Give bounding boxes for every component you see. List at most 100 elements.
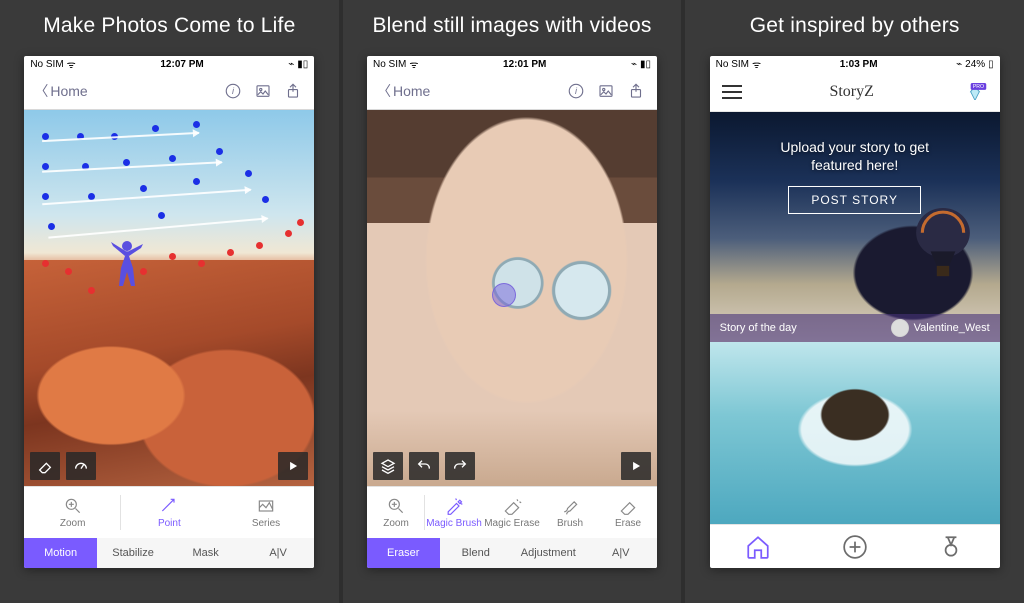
mode-tabbar: Eraser Blend Adjustment A|V [367, 538, 657, 568]
medal-nav-button[interactable] [938, 534, 964, 560]
undo-overlay-button[interactable] [409, 452, 439, 480]
redo-overlay-button[interactable] [445, 452, 475, 480]
chevron-left-icon: 〈 [34, 81, 48, 101]
status-bar: No SIMᯤ 1:03 PM ⌁24%▯ [710, 56, 1000, 72]
tool-magic-erase[interactable]: Magic Erase [483, 487, 541, 538]
back-button[interactable]: 〈 Home [34, 81, 87, 101]
back-label: Home [393, 83, 430, 99]
brush-cursor [492, 283, 516, 307]
feed-card-water[interactable] [710, 342, 1000, 524]
back-label: Home [50, 83, 87, 99]
layers-overlay-button[interactable] [373, 452, 403, 480]
tool-erase[interactable]: Erase [599, 487, 657, 538]
info-button[interactable]: i [222, 80, 244, 102]
tool-magic-brush[interactable]: Magic Brush [425, 487, 483, 538]
tool-brush[interactable]: Brush [541, 487, 599, 538]
pro-badge[interactable]: PRO [962, 83, 988, 101]
phone-screen-1: No SIM ᯤ 12:07 PM ⌁▮▯ 〈 Home i [24, 56, 314, 568]
wifi-icon: ᯤ [67, 57, 76, 71]
promo-panel-1: Make Photos Come to Life No SIM ᯤ 12:07 P… [0, 0, 339, 603]
wifi-icon: ᯤ [752, 57, 761, 71]
carrier-label: No SIM [373, 59, 406, 70]
photo-sunglasses [367, 110, 657, 486]
tool-label: Series [252, 518, 280, 529]
tool-zoom[interactable]: Zoom [367, 487, 425, 538]
bluetooth-icon: ⌁ [956, 59, 962, 70]
battery-pct: 24% [965, 59, 985, 70]
home-nav-button[interactable] [745, 534, 771, 560]
mode-tabbar: Motion Stabilize Mask A|V [24, 538, 314, 568]
status-bar: No SIM ᯤ 12:07 PM ⌁▮▯ [24, 56, 314, 72]
app-title: StoryZ [829, 83, 873, 101]
avatar [891, 319, 909, 337]
tool-row: Zoom Point Series [24, 486, 314, 538]
share-button[interactable] [282, 80, 304, 102]
feed-navbar: StoryZ PRO [710, 72, 1000, 112]
editor-canvas[interactable] [367, 110, 657, 486]
svg-text:i: i [232, 86, 235, 96]
clock: 1:03 PM [840, 59, 878, 70]
add-nav-button[interactable] [842, 534, 868, 560]
chevron-left-icon: 〈 [377, 81, 391, 101]
author-chip[interactable]: Valentine_West [891, 319, 990, 337]
canvas-overlay-tools [30, 452, 96, 480]
bluetooth-icon: ⌁ [288, 59, 294, 70]
hero-footer: Story of the day Valentine_West [710, 314, 1000, 342]
feed[interactable]: Upload your story to get featured here! … [710, 112, 1000, 524]
tab-stabilize[interactable]: Stabilize [97, 538, 170, 568]
clock: 12:07 PM [160, 59, 203, 70]
battery-icon: ▮▯ [297, 59, 308, 70]
tab-motion[interactable]: Motion [24, 538, 97, 568]
tool-series[interactable]: Series [218, 487, 315, 538]
phone-screen-2: No SIMᯤ 12:01 PM ⌁▮▯ 〈 Home i [367, 56, 657, 568]
tool-point[interactable]: Point [121, 487, 218, 538]
photo-rocks [24, 110, 314, 486]
tab-adjustment[interactable]: Adjustment [512, 538, 585, 568]
tool-zoom[interactable]: Zoom [24, 487, 121, 538]
tab-av[interactable]: A|V [242, 538, 315, 568]
wifi-icon: ᯤ [409, 57, 418, 71]
eraser-overlay-button[interactable] [30, 452, 60, 480]
promo-panel-2: Blend still images with videos No SIMᯤ 1… [339, 0, 682, 603]
tab-av[interactable]: A|V [585, 538, 658, 568]
speed-overlay-button[interactable] [66, 452, 96, 480]
carrier-label: No SIM [30, 59, 63, 70]
tab-eraser[interactable]: Eraser [367, 538, 440, 568]
image-button[interactable] [252, 80, 274, 102]
status-bar: No SIMᯤ 12:01 PM ⌁▮▯ [367, 56, 657, 72]
tab-blend[interactable]: Blend [440, 538, 513, 568]
balloon-illustration [912, 208, 974, 282]
tool-row: Zoom Magic Brush Magic Erase Brush Erase [367, 486, 657, 538]
tool-label: Zoom [60, 518, 86, 529]
phone-screen-3: No SIMᯤ 1:03 PM ⌁24%▯ StoryZ PRO Upload … [710, 56, 1000, 568]
editor-canvas[interactable] [24, 110, 314, 486]
share-button[interactable] [625, 80, 647, 102]
clock: 12:01 PM [503, 59, 546, 70]
carrier-label: No SIM [716, 59, 749, 70]
tool-label: Point [158, 518, 181, 529]
promo-panel-3: Get inspired by others No SIMᯤ 1:03 PM ⌁… [681, 0, 1024, 603]
svg-text:i: i [575, 86, 578, 96]
tab-mask[interactable]: Mask [169, 538, 242, 568]
panel-caption: Blend still images with videos [372, 14, 651, 38]
story-of-day-label: Story of the day [720, 322, 797, 334]
menu-button[interactable] [722, 85, 742, 99]
svg-text:PRO: PRO [972, 84, 983, 90]
hero-card[interactable]: Upload your story to get featured here! … [710, 112, 1000, 342]
image-button[interactable] [595, 80, 617, 102]
panel-caption: Get inspired by others [750, 14, 960, 38]
post-story-button[interactable]: POST STORY [788, 186, 921, 214]
info-button[interactable]: i [565, 80, 587, 102]
play-button[interactable] [621, 452, 651, 480]
editor-navbar: 〈 Home i [367, 72, 657, 110]
bluetooth-icon: ⌁ [631, 59, 637, 70]
battery-icon: ▮▯ [640, 59, 651, 70]
battery-icon: ▯ [988, 59, 994, 70]
panel-caption: Make Photos Come to Life [43, 14, 295, 38]
canvas-overlay-tools [373, 452, 475, 480]
play-button[interactable] [278, 452, 308, 480]
editor-navbar: 〈 Home i [24, 72, 314, 110]
hero-text: Upload your story to get featured here! [780, 138, 929, 174]
back-button[interactable]: 〈 Home [377, 81, 430, 101]
author-name: Valentine_West [914, 322, 990, 334]
